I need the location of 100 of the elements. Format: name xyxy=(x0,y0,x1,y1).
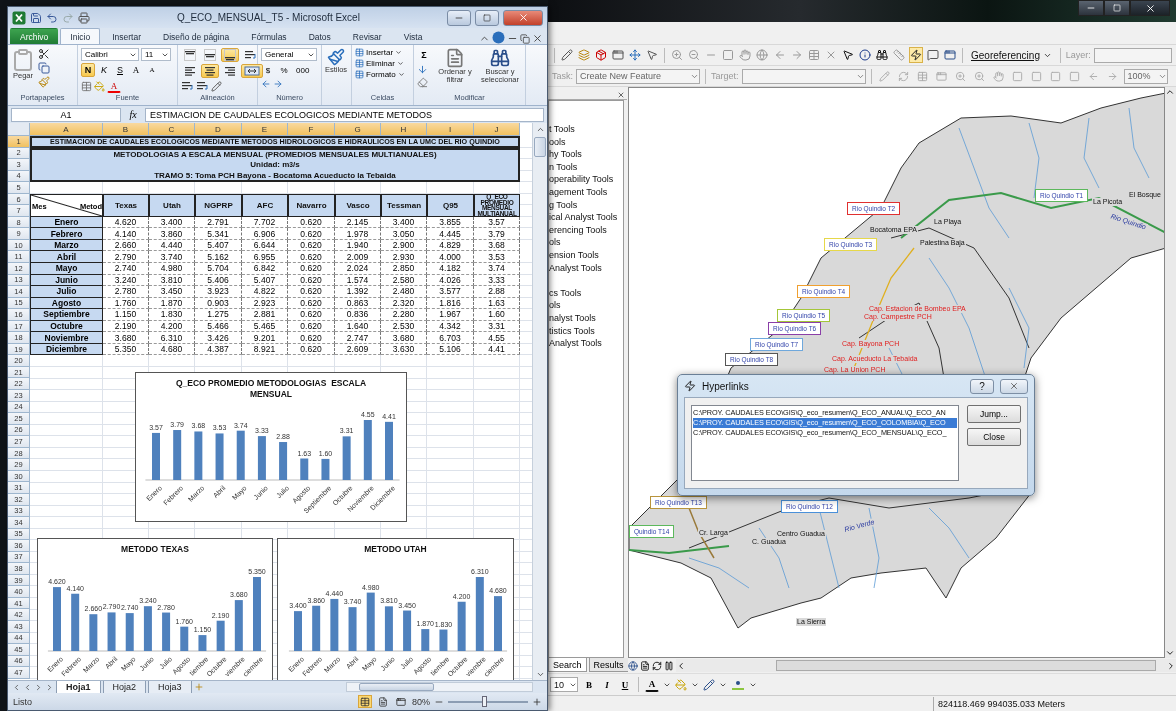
dialog-title: Hyperlinks xyxy=(702,380,750,392)
number-format-button[interactable]: % xyxy=(277,63,291,77)
cells-button[interactable]: Eliminar xyxy=(355,59,404,68)
table-cell: 2.009 xyxy=(335,251,381,263)
column-header[interactable]: F xyxy=(288,123,335,136)
toolbox-item[interactable]: g Tools xyxy=(549,198,623,212)
table-cell: 6.842 xyxy=(242,263,288,275)
sheet-tab[interactable]: Hoja2 xyxy=(102,680,147,694)
text-style-button[interactable]: I xyxy=(600,677,614,692)
zoom-select[interactable]: 100% xyxy=(1123,68,1168,84)
column-header[interactable]: A xyxy=(30,123,103,136)
column-header[interactable]: G xyxy=(335,123,381,136)
table-cell: 1.150 xyxy=(103,309,149,321)
toolbox-item[interactable]: hy Tools xyxy=(549,148,623,161)
header-cell: Tessman xyxy=(381,193,427,217)
month-cell: Septiembre xyxy=(30,309,103,321)
table-cell: 5.162 xyxy=(195,251,242,263)
column-header[interactable]: B xyxy=(103,123,149,136)
autosum-button[interactable]: Σ xyxy=(417,48,431,62)
cells-button[interactable]: Formato xyxy=(355,70,405,79)
toolbox-item[interactable]: cs Tools xyxy=(549,286,623,300)
layer-label: Layer: xyxy=(1065,50,1091,60)
ribbon-tab[interactable]: Vista xyxy=(393,28,433,44)
name-box[interactable]: A1 xyxy=(11,107,121,122)
table-cell: 3.53 xyxy=(474,251,520,263)
toolbox-item[interactable]: Analyst Tools xyxy=(549,337,623,350)
panel-tab[interactable]: Results xyxy=(588,658,629,672)
table-cell: 1.967 xyxy=(427,309,474,321)
table-cell: 3.050 xyxy=(381,228,427,240)
toolbox-item[interactable]: t Tools xyxy=(549,123,623,136)
ribbon-tab[interactable]: Diseño de página xyxy=(153,28,240,44)
table-cell: 4.140 xyxy=(103,228,149,240)
toolbox-item[interactable]: ical Analyst Tools xyxy=(549,211,623,224)
sheet-tab[interactable]: Hoja3 xyxy=(148,680,192,694)
table-cell: 5.704 xyxy=(195,263,242,275)
table-cell: 6.955 xyxy=(242,251,288,263)
task-label: Task: xyxy=(552,71,573,81)
ribbon-tab[interactable]: Inicio xyxy=(60,28,101,44)
cells-button[interactable]: Insertar xyxy=(355,48,403,57)
sheet-tab[interactable]: Hoja1 xyxy=(56,680,101,694)
jump-button[interactable]: Jump... xyxy=(967,405,1021,423)
font-size-select[interactable]: 11 xyxy=(141,48,171,61)
panel-tab[interactable]: Search xyxy=(548,658,587,672)
text-style-button[interactable]: B xyxy=(582,677,596,692)
toolbox-item[interactable]: ols xyxy=(549,236,623,249)
column-header[interactable]: C xyxy=(149,123,195,136)
number-format-button[interactable]: 000 xyxy=(293,63,313,77)
table-cell: 3.577 xyxy=(427,286,474,298)
toolbox-item[interactable]: ols xyxy=(549,299,623,312)
number-format-button[interactable]: $ xyxy=(261,63,275,77)
column-header[interactable]: D xyxy=(195,123,242,136)
table-cell: 2.790 xyxy=(103,251,149,263)
header-cell: Q95 xyxy=(427,193,474,217)
toolbox-item[interactable]: agement Tools xyxy=(549,185,623,199)
ribbon-tab[interactable]: Insertar xyxy=(102,28,151,44)
table-cell: 3.426 xyxy=(195,332,242,344)
font-color-button[interactable]: A xyxy=(107,79,121,93)
toolbox-item[interactable]: erencing Tools xyxy=(549,223,623,237)
toolbox-item[interactable]: tistics Tools xyxy=(549,324,623,338)
task-select[interactable]: Create New Feature xyxy=(576,68,700,84)
table-cell: 1.978 xyxy=(335,228,381,240)
table-cell: 1.392 xyxy=(335,286,381,298)
text-style-button[interactable]: U xyxy=(618,677,632,692)
toolbox-item[interactable]: ension Tools xyxy=(549,248,623,262)
formula-field[interactable]: ESTIMACION DE CAUDALES ECOLOGICOS MEDIANTE METODOS xyxy=(145,107,544,122)
table-cell: 4.000 xyxy=(427,251,474,263)
status-text: Listo xyxy=(13,696,32,707)
table-cell: 4.55 xyxy=(474,332,520,344)
column-header[interactable]: I xyxy=(427,123,474,136)
ribbon-tab[interactable]: Datos xyxy=(298,28,341,44)
font-name-select[interactable]: Calibri xyxy=(81,48,139,61)
font-style-button[interactable]: S xyxy=(113,63,127,77)
toolbox-item[interactable]: nalyst Tools xyxy=(549,311,623,325)
column-header[interactable]: J xyxy=(474,123,520,136)
column-header[interactable]: H xyxy=(381,123,427,136)
column-header[interactable]: E xyxy=(242,123,288,136)
coordinates-text: 824118.469 994035.033 Meters xyxy=(933,696,1160,711)
header-cell: AFC xyxy=(242,193,288,217)
font-size-select[interactable]: 10 xyxy=(550,677,578,692)
grow-font-button[interactable]: A xyxy=(129,63,143,77)
help-button[interactable]: ? xyxy=(970,378,994,394)
ribbon-tab[interactable]: Revisar xyxy=(342,28,392,44)
font-color-button[interactable]: A xyxy=(645,677,659,692)
header-cell: NGPRP xyxy=(195,193,242,217)
number-format-select[interactable]: General xyxy=(261,48,317,61)
toolbox-item[interactable]: operability Tools xyxy=(549,173,623,186)
ribbon-tab[interactable]: Fórmulas xyxy=(241,28,297,44)
table-cell: 6.310 xyxy=(149,332,195,344)
toolbox-item[interactable]: Analyst Tools xyxy=(549,261,623,275)
file-tab[interactable]: Archivo xyxy=(10,28,59,44)
table-cell: 2.88 xyxy=(474,286,520,298)
close-dialog-button[interactable]: Close xyxy=(967,428,1021,446)
table-cell: 2.930 xyxy=(381,251,427,263)
font-style-button[interactable]: N xyxy=(81,63,95,77)
georeferencing-menu[interactable]: Georeferencing xyxy=(968,49,1055,61)
window-title: Q_ECO_MENSUAL_T5 - Microsoft Excel xyxy=(176,12,361,23)
toolbox-item[interactable]: n Tools xyxy=(549,160,623,174)
toolbox-item[interactable]: ools xyxy=(549,135,623,149)
header-cell: Vasco xyxy=(335,193,381,217)
font-style-button[interactable]: K xyxy=(97,63,111,77)
